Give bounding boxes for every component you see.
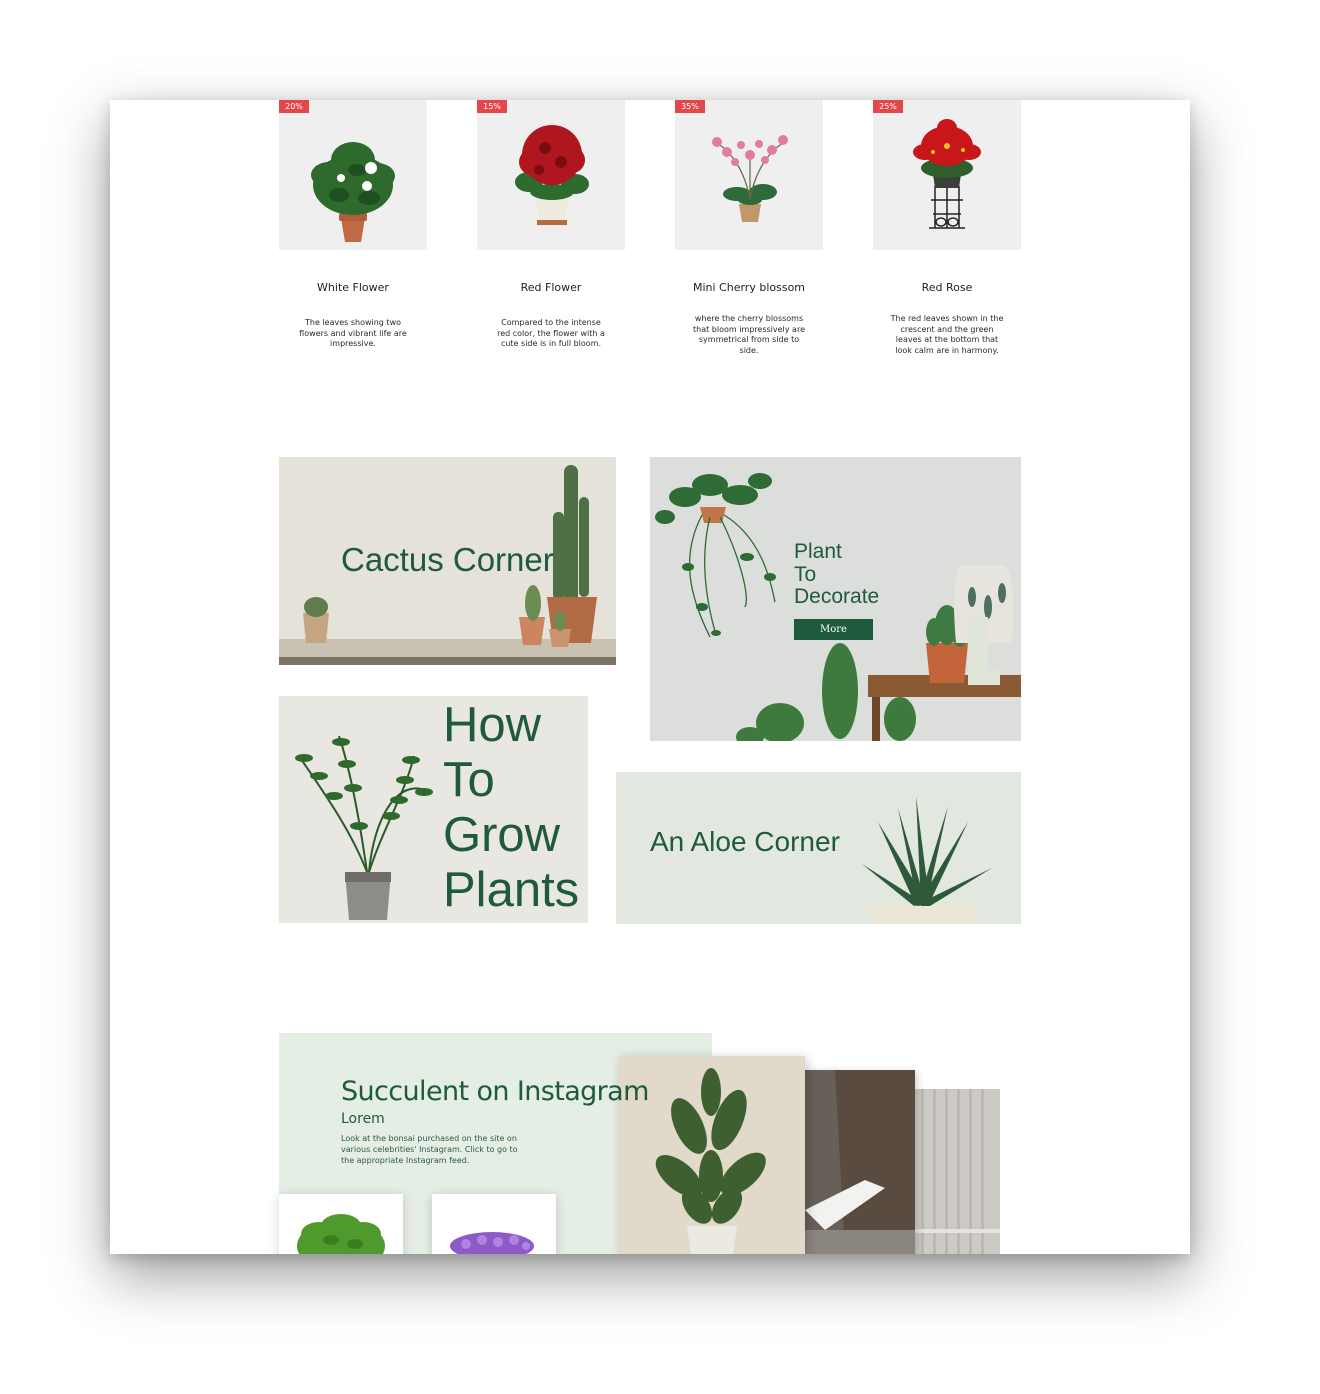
instagram-thumbnail-green[interactable] [279,1194,403,1254]
cactus-corner-banner[interactable]: Cactus Corner [279,457,616,665]
product-image[interactable]: 35% [675,100,823,250]
product-card-mini-cherry-blossom[interactable]: 35% Mini Cherry blossom where the cherry… [675,100,825,355]
product-name[interactable]: White Flower [259,281,447,294]
product-card-white-flower[interactable]: 20% White Flower The leaves showing two … [279,100,429,348]
instagram-subtitle: Lorem [341,1111,385,1127]
instagram-photo-3[interactable] [915,1089,1000,1254]
product-card-red-flower[interactable]: 15% Red Flower Compared to the intense r… [477,100,627,348]
decorate-title-line: Decorate [794,585,880,608]
product-description: where the cherry blossoms that bloom imp… [693,314,805,355]
product-image[interactable]: 15% [477,100,625,250]
cherry-blossom-image [712,135,788,222]
gardener-photo [805,1070,915,1254]
product-image[interactable]: 20% [279,100,427,250]
discount-badge: 15% [477,100,507,113]
more-button[interactable]: More [794,619,873,640]
discount-badge: 35% [675,100,705,113]
how-to-grow-plants-title: How To Grow Plants [443,698,579,918]
product-image[interactable]: 25% [873,100,1021,250]
grow-title-line: To [443,753,495,807]
product-name[interactable]: Red Flower [457,281,645,294]
instagram-description: Look at the bonsai purchased on the site… [341,1134,518,1165]
product-name[interactable]: Red Rose [853,281,1041,294]
instagram-thumbnail-purple[interactable] [432,1194,556,1254]
product-card-red-rose[interactable]: 25% Red Rose The red leaves shown in the… [873,100,1023,355]
cactus-corner-title: Cactus Corner [341,541,554,578]
aloe-corner-banner[interactable]: An Aloe Corner [616,772,1021,924]
red-flower-image [515,125,589,225]
product-description: The leaves showing two flowers and vibra… [299,318,407,348]
plant-to-decorate-title: Plant To Decorate [794,540,880,609]
discount-badge: 20% [279,100,309,113]
how-to-grow-plants-banner[interactable]: How To Grow Plants [279,696,588,923]
grow-title-line: How [443,698,542,752]
instagram-photo-2[interactable] [805,1070,915,1254]
aloe-corner-title: An Aloe Corner [650,826,840,857]
white-flower-image [311,142,395,242]
instagram-title: Succulent on Instagram [341,1076,649,1107]
page-canvas: 20% White Flower The leaves showing two … [110,100,1190,1254]
product-description: The red leaves shown in the crescent and… [890,314,1004,355]
grow-title-line: Plants [443,863,580,917]
green-plant-thumb-image [297,1214,385,1254]
decorate-title-line: Plant [794,540,842,563]
product-name[interactable]: Mini Cherry blossom [655,281,843,294]
decorate-title-line: To [794,562,817,586]
red-rose-image [913,119,981,229]
purple-flower-thumb-image [450,1232,534,1254]
wall-panel-photo [915,1089,1000,1254]
discount-badge: 25% [873,100,903,113]
grow-title-line: Grow [443,808,561,862]
plant-to-decorate-banner[interactable]: Plant To Decorate More [650,457,1021,741]
product-description: Compared to the intense red color, the f… [497,318,605,348]
